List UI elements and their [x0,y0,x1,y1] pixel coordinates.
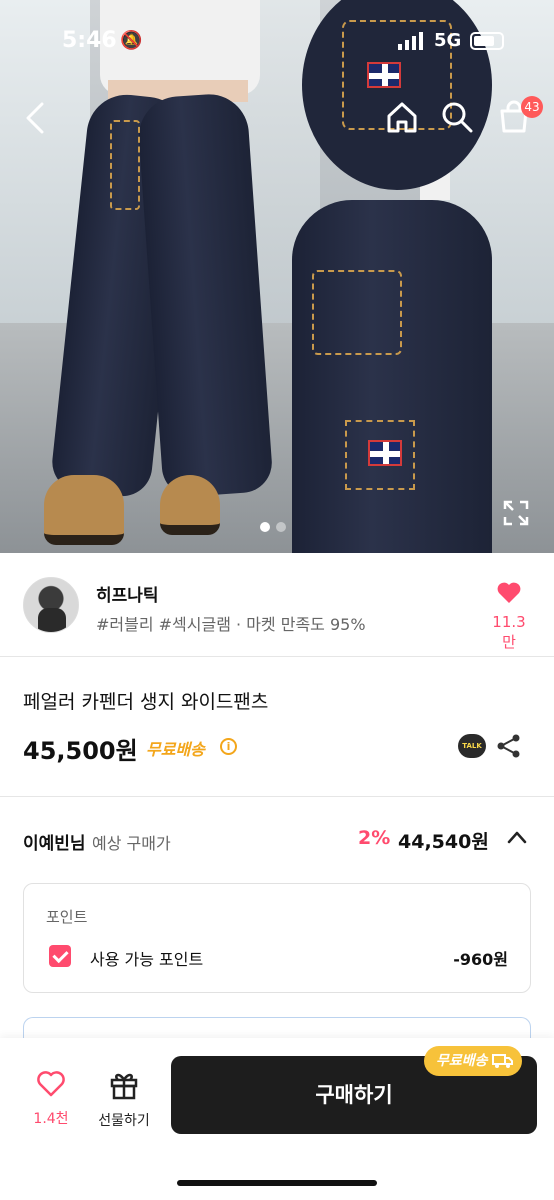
back-pocket-stitch [312,270,402,355]
chevron-up-icon[interactable] [507,830,527,844]
product-price: 45,500원 [23,737,138,765]
boot-left [44,475,124,545]
product-image-carousel[interactable]: 5:46 🔕 5G 43 [0,0,554,553]
expected-price-value: 44,540원 [398,831,489,853]
user-name: 이예빈님 [23,834,86,854]
points-label: 사용 가능 포인트 [90,950,204,969]
product-like-count: 1.4천 [33,1111,69,1127]
expected-price-row[interactable]: 이예빈님 예상 구매가 2% 44,540원 [0,797,554,883]
search-icon[interactable] [440,100,474,134]
points-checkbox[interactable] [49,945,71,967]
union-jack-patch [368,440,402,466]
bell-muted-icon: 🔕 [120,30,143,51]
free-shipping-badge-label: 무료배송 [436,1053,488,1069]
kakao-talk-icon[interactable]: TALK [458,734,486,758]
shop-avatar[interactable] [23,577,79,633]
carousel-dot[interactable] [260,522,270,532]
status-time: 5:46 [62,28,117,53]
cart-count-badge: 43 [521,96,543,118]
shop-like-count: 11.3만 [492,613,526,651]
points-header: 포인트 [46,908,88,926]
heart-outline-icon [37,1071,65,1097]
boot-right [160,475,220,535]
truck-icon [491,1054,513,1068]
home-icon[interactable] [385,100,419,134]
back-arrow-icon[interactable] [24,102,46,134]
carousel-indicator [260,517,292,536]
shop-name[interactable]: 히프나틱 [96,581,159,606]
gift-label: 선물하기 [98,1113,150,1129]
share-icon[interactable] [496,733,522,759]
points-amount: -960원 [453,950,508,969]
product-like-button[interactable]: 1.4천 [22,1070,80,1128]
home-indicator [177,1180,377,1186]
bottom-action-bar: 1.4천 선물하기 구매하기 무료배송 [0,1038,554,1200]
shop-like-button[interactable]: 11.3만 [486,581,532,652]
pocket-stitch [110,120,140,210]
zoom-flag-patch [367,62,401,88]
carousel-dot[interactable] [276,522,286,532]
discount-percent: 2% [358,827,391,849]
free-shipping-badge: 무료배송 [424,1046,522,1076]
battery-icon [470,32,504,50]
free-shipping-label: 무료배송 [146,740,205,759]
status-bar: 5:46 🔕 5G [0,28,554,58]
signal-icon [398,32,423,50]
heart-filled-icon [497,582,521,603]
network-type: 5G [434,30,462,51]
product-title: 페얼러 카펜더 생지 와이드팬츠 [23,691,269,713]
jeans-back [292,200,492,553]
gift-button[interactable]: 선물하기 [90,1070,158,1130]
points-box: 포인트 사용 가능 포인트 -960원 [23,883,531,993]
shop-info-row[interactable]: 히프나틱 #러블리 #섹시글램 · 마켓 만족도 95% 11.3만 [0,553,554,657]
gift-icon [110,1073,138,1100]
info-icon[interactable]: i [220,738,237,755]
product-info: 페얼러 카펜더 생지 와이드팬츠 45,500원 무료배송 i TALK [0,657,554,797]
expected-price-label: 예상 구매가 [92,834,171,853]
expand-icon[interactable] [503,500,529,526]
shop-tags: #러블리 #섹시글램 · 마켓 만족도 95% [96,615,366,634]
